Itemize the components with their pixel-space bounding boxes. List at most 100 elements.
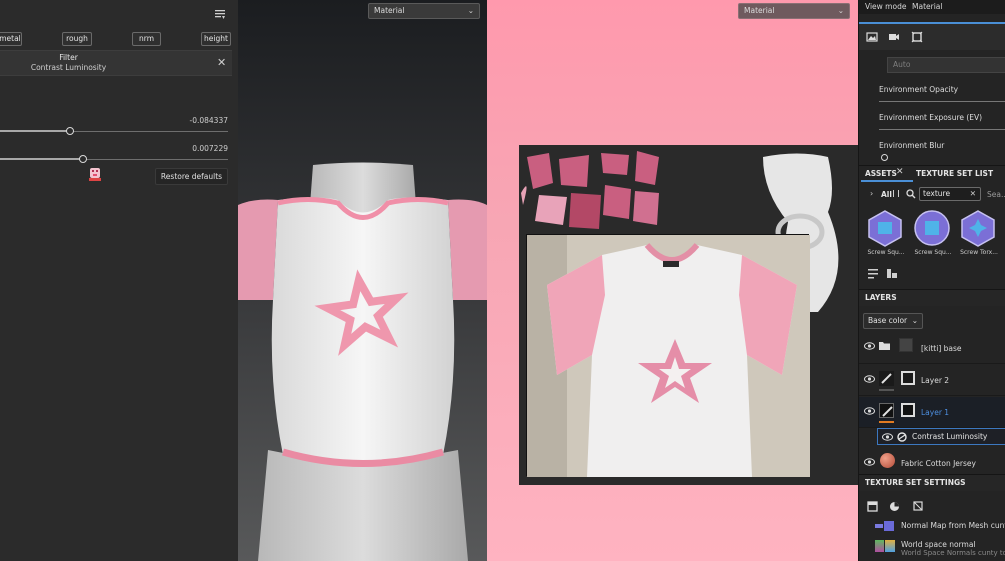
slider-1-knob[interactable] [66,127,74,135]
layer-row-selected[interactable]: Layer 1 [859,397,1005,428]
viewport-3d[interactable]: Material ⌄ [238,0,487,561]
folder-icon [879,342,890,350]
restore-defaults-button[interactable]: Restore defaults [155,168,228,185]
reference-photo[interactable] [526,234,810,477]
search-icon [906,189,916,199]
texture-set-row[interactable]: Normal Map from Mesh cunty [859,519,1005,537]
layer-name[interactable]: [kitti] base [921,344,962,353]
visibility-eye-icon[interactable] [882,433,893,441]
layer-row[interactable]: Fabric Cotton Jersey [859,450,1005,475]
asset-search-input[interactable]: texture ✕ [919,187,981,201]
baked-map-thumbnail-icon [875,540,895,552]
panel-menu-icon[interactable] [214,8,226,20]
asset-caption: Screw Squ... [867,249,905,256]
asset-tile[interactable]: Screw Squ... [865,209,905,261]
baked-map-thumbnail-icon [875,521,895,531]
layer-row[interactable]: Layer 2 [859,365,1005,396]
paint-cursor-icon [89,168,101,181]
display-settings-toolbar [859,22,1005,50]
filter-title: Filter [59,53,78,62]
viewport-2d-mode-select[interactable]: Material ⌄ [738,3,850,19]
env-opacity-slider[interactable] [879,101,1005,102]
slider-1-fill [0,130,68,132]
visibility-eye-icon[interactable] [864,458,875,466]
layer-name[interactable]: Layer 2 [921,376,949,385]
reference-shirt-image [527,235,810,477]
active-tab-indicator [861,180,913,182]
visibility-eye-icon[interactable] [864,342,875,350]
channel-height-button[interactable]: height [201,32,231,46]
tab-texture-set-list[interactable]: TEXTURE SET LIST [916,169,993,178]
channel-metal-button[interactable]: metal [0,32,22,46]
env-exposure-slider[interactable] [879,129,1005,130]
view-mode-value[interactable]: Material [912,0,942,14]
display-settings-header: View mode Material [859,0,1005,14]
slider-2-value[interactable]: 0.007229 [192,144,228,153]
screw-hex-thumbnail-icon [868,210,902,247]
texture-set-row-label: World space normal [901,540,976,549]
paint-brush-icon [879,403,894,418]
env-blur-label: Environment Blur [879,141,945,150]
layer-name[interactable]: Layer 1 [921,408,949,417]
mask-icon[interactable] [901,371,915,385]
visibility-eye-icon[interactable] [864,375,875,383]
texture-set-toolbar [859,497,1005,515]
material-ball-icon [880,453,895,468]
assets-grid: Screw Squ... Screw Squ... Screw Torx... [859,207,1005,262]
chevron-right-icon[interactable]: › [870,189,873,198]
asset-tile[interactable]: Screw Torx... [958,209,998,261]
auto-field[interactable]: Auto [887,57,1005,73]
asset-search-row: › All texture ✕ Sea... [859,185,1005,203]
filter-sub-layer[interactable]: Contrast Luminosity [877,428,1005,445]
view-mode-label: View mode [865,2,907,11]
layer-name[interactable]: Fabric Cotton Jersey [901,459,976,468]
channel-rough-button[interactable]: rough [62,32,92,46]
slider-1-value[interactable]: -0.084337 [190,116,229,125]
assets-toolbar [859,264,1005,282]
env-exposure-label: Environment Exposure (EV) [879,113,983,122]
asset-tile[interactable]: Screw Squ... [912,209,952,261]
search-hint: Sea... [987,190,1005,199]
texture-set-row[interactable]: World space normal World Space Normals c… [859,538,1005,561]
filter-name: Contrast Luminosity [30,63,107,72]
screw-square-thumbnail-icon [914,210,950,246]
right-panel: View mode Material Auto Environment Opac… [858,0,1005,561]
close-icon[interactable]: ✕ [896,167,904,177]
asset-filter-all[interactable]: All [881,190,892,199]
mannequin-shirt-render [238,162,487,561]
library-icon [893,190,899,197]
visibility-eye-icon[interactable] [864,407,875,415]
filter-layer-name[interactable]: Contrast Luminosity [912,432,987,441]
layer-thumbnail [899,338,913,352]
channel-nrm-button[interactable]: nrm [132,32,161,46]
viewport-settings-icon[interactable] [911,31,923,43]
chevron-down-icon: ⌄ [837,6,844,15]
texture-set-icon[interactable] [867,501,878,512]
filter-slot[interactable]: Filter Contrast Luminosity ✕ [0,50,232,76]
screw-torx-thumbnail-icon [961,210,995,247]
asset-search-value: texture [923,189,951,198]
list-view-icon[interactable] [867,268,879,279]
uv-layout-area[interactable] [519,145,858,485]
tab-assets[interactable]: ASSETS [865,169,897,178]
channel-select[interactable]: Base color ⌄ [863,313,923,329]
chevron-down-icon: ⌄ [911,316,918,325]
slider-2-fill [0,158,81,160]
uv-transform-icon[interactable] [912,500,924,512]
viewport-2d[interactable]: Material ⌄ [487,0,858,561]
pie-chart-icon[interactable] [889,501,900,512]
assets-tabs: ASSETS ✕ TEXTURE SET LIST [859,165,1005,182]
mask-icon[interactable] [901,403,915,417]
texture-set-row-sublabel: World Space Normals cunty to [901,549,1005,557]
env-blur-slider-knob[interactable] [881,154,888,161]
environment-icon[interactable] [866,31,878,43]
asset-caption: Screw Torx... [960,249,998,256]
env-opacity-label: Environment Opacity [879,85,959,94]
layers-section-title: LAYERS [859,289,1005,306]
clear-search-icon[interactable]: ✕ [970,188,976,200]
camera-icon[interactable] [888,31,900,43]
close-icon[interactable]: ✕ [217,56,226,69]
import-icon[interactable] [886,268,898,279]
layer-row[interactable]: [kitti] base [859,333,1005,364]
asset-caption: Screw Squ... [914,249,952,256]
